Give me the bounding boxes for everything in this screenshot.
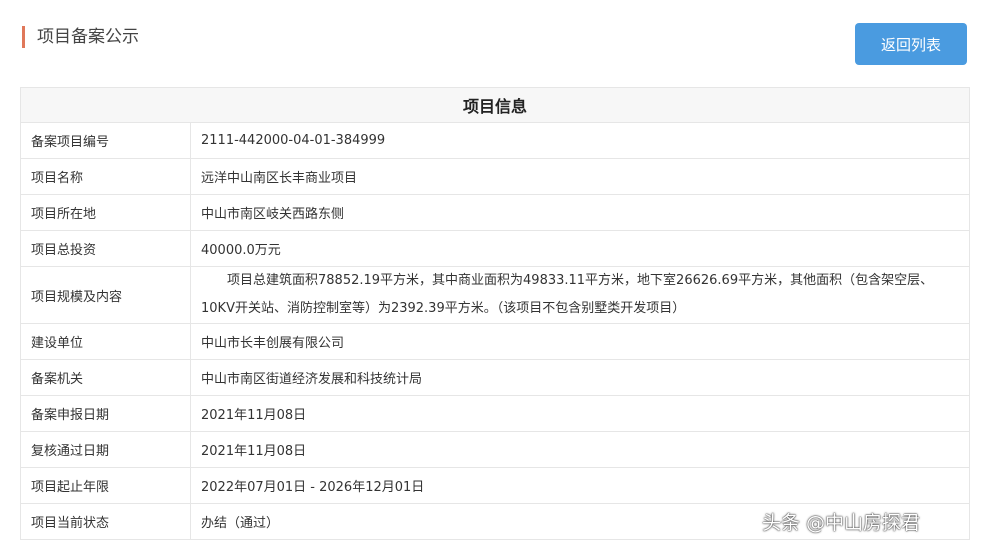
row-value: 2021年11月08日 (190, 431, 970, 468)
table-row: 建设单位 中山市长丰创展有限公司 (20, 323, 970, 360)
row-label: 备案项目编号 (20, 122, 191, 159)
table-title: 项目信息 (20, 87, 970, 123)
row-label: 复核通过日期 (20, 431, 191, 468)
row-value: 40000.0万元 (190, 230, 970, 267)
row-label: 项目起止年限 (20, 467, 191, 504)
row-label: 项目规模及内容 (20, 266, 191, 324)
row-value: 2111-442000-04-01-384999 (190, 122, 970, 159)
table-row: 复核通过日期 2021年11月08日 (20, 431, 970, 468)
page-title: 项目备案公示 (22, 26, 139, 48)
table-row: 项目起止年限 2022年07月01日 - 2026年12月01日 (20, 467, 970, 504)
row-label: 建设单位 (20, 323, 191, 360)
row-value: 中山市长丰创展有限公司 (190, 323, 970, 360)
row-value: 中山市南区街道经济发展和科技统计局 (190, 359, 970, 396)
table-row: 备案机关 中山市南区街道经济发展和科技统计局 (20, 359, 970, 396)
table-row: 项目规模及内容 项目总建筑面积78852.19平方米，其中商业面积为49833.… (20, 266, 970, 324)
row-label: 项目当前状态 (20, 503, 191, 540)
project-info-table: 项目信息 备案项目编号 2111-442000-04-01-384999 项目名称远… (20, 87, 970, 540)
back-to-list-button[interactable]: 返回列表 (855, 23, 967, 65)
row-value: 2021年11月08日 (190, 395, 970, 432)
row-value: 远洋中山南区长丰商业项目 (190, 158, 970, 195)
table-row: 备案项目编号 2111-442000-04-01-384999 (20, 122, 970, 159)
table-row: 项目名称 远洋中山南区长丰商业项目 (20, 158, 970, 195)
row-label: 项目总投资 (20, 230, 191, 267)
row-label: 项目所在地 (20, 194, 191, 231)
row-value: 项目总建筑面积78852.19平方米，其中商业面积为49833.11平方米，地下… (190, 266, 970, 324)
row-value: 中山市南区岐关西路东侧 (190, 194, 970, 231)
row-label: 项目名称 (20, 158, 191, 195)
row-label: 备案申报日期 (20, 395, 191, 432)
table-row: 项目所在地 中山市南区岐关西路东侧 (20, 194, 970, 231)
table-row: 项目总投资 40000.0万元 (20, 230, 970, 267)
row-label: 备案机关 (20, 359, 191, 396)
table-row: 备案申报日期 2021年11月08日 (20, 395, 970, 432)
row-value: 2022年07月01日 - 2026年12月01日 (190, 467, 970, 504)
watermark: 头条 @中山房探君 (762, 512, 921, 534)
